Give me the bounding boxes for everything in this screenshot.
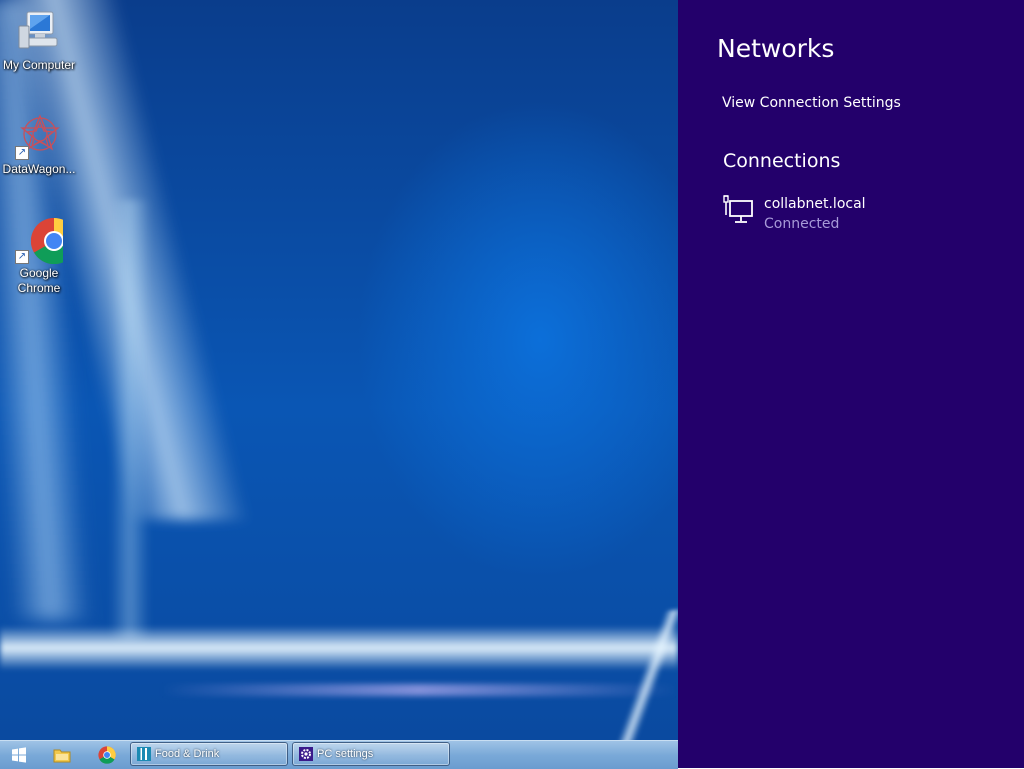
desktop-wallpaper: My Computer ↗ DataWagon... ↗ Google Chro… — [0, 0, 678, 740]
wallpaper-light-beam — [0, 0, 92, 620]
computer-icon — [15, 8, 63, 56]
desktop-icon-label: My Computer — [2, 58, 76, 72]
taskbar-task-label: PC settings — [317, 748, 374, 760]
taskbar-task-food-drink[interactable]: Food & Drink — [130, 742, 288, 766]
file-explorer-icon — [53, 749, 71, 763]
networks-panel: Networks View Connection Settings Connec… — [678, 0, 1024, 768]
panel-title: Networks — [717, 34, 835, 63]
desktop-icon-google-chrome[interactable]: ↗ Google Chrome — [0, 216, 78, 296]
view-connection-settings-link[interactable]: View Connection Settings — [722, 95, 901, 111]
food-drink-app-icon — [137, 747, 151, 761]
connection-name: collabnet.local — [764, 196, 866, 212]
connection-item-collabnet[interactable]: collabnet.local Connected — [722, 195, 982, 239]
desktop-icon-label: Google Chrome — [17, 266, 61, 295]
wallpaper-horizon-glow — [160, 684, 678, 696]
taskbar: Food & Drink PC settings — [0, 740, 678, 769]
connections-heading: Connections — [723, 150, 841, 172]
taskbar-task-pc-settings[interactable]: PC settings — [292, 742, 450, 766]
taskbar-chrome[interactable] — [95, 744, 119, 766]
start-button[interactable] — [8, 744, 30, 766]
wallpaper-horizon-glow — [0, 626, 678, 670]
wallpaper-light-beam — [110, 200, 150, 640]
connection-status: Connected — [764, 216, 840, 232]
chrome-icon — [98, 746, 116, 764]
taskbar-file-explorer[interactable] — [50, 744, 74, 766]
datawagon-icon: ↗ — [15, 112, 63, 160]
shortcut-arrow-icon: ↗ — [15, 250, 29, 264]
wired-network-icon — [722, 195, 754, 227]
desktop-icon-label: DataWagon... — [2, 162, 76, 176]
taskbar-task-label: Food & Drink — [155, 748, 220, 760]
windows-start-icon — [12, 747, 26, 763]
desktop-icon-datawagon[interactable]: ↗ DataWagon... — [0, 112, 78, 177]
gear-icon — [299, 747, 313, 761]
shortcut-arrow-icon: ↗ — [15, 146, 29, 160]
desktop-icon-my-computer[interactable]: My Computer — [0, 8, 78, 73]
chrome-icon: ↗ — [15, 216, 78, 265]
